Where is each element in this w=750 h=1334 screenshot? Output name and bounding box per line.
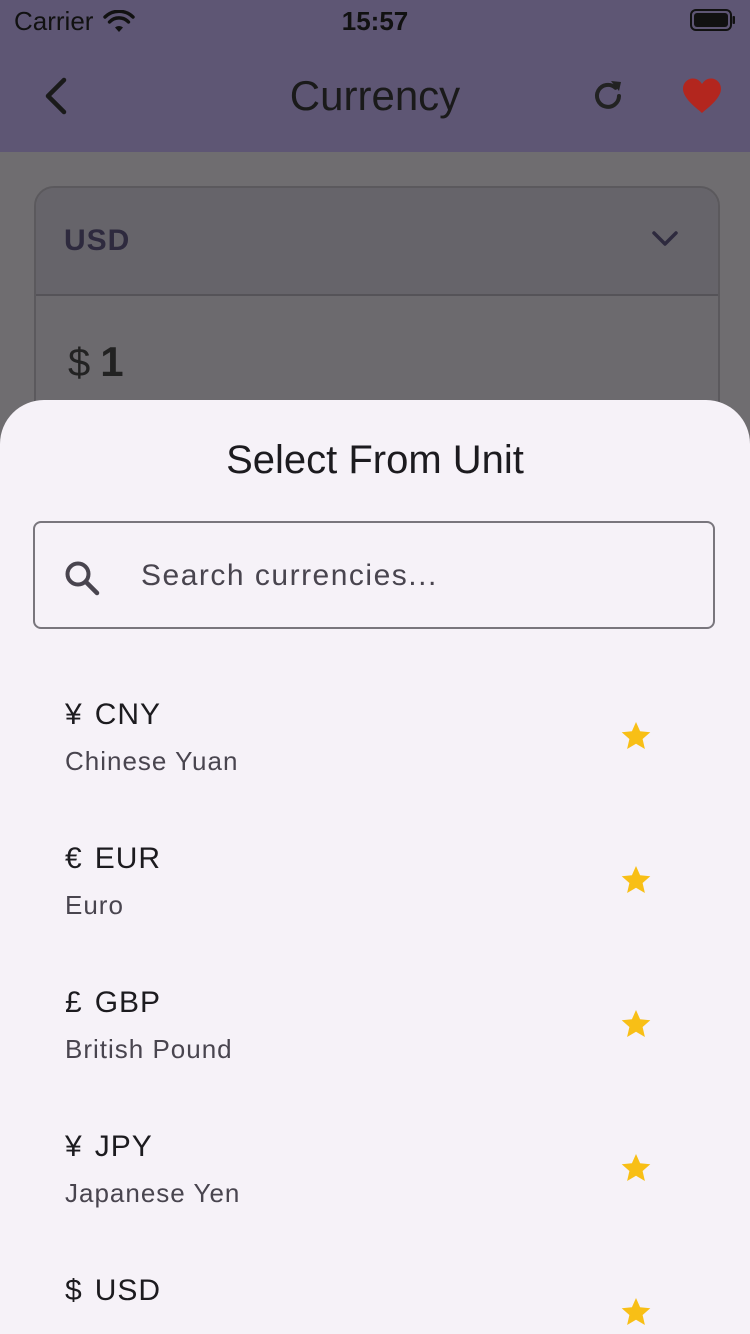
list-item[interactable]: ¥ CNY Chinese Yuan	[0, 668, 750, 812]
currency-name: Chinese Yuan	[65, 746, 239, 776]
currency-code: ¥ JPY	[65, 1130, 153, 1164]
list-item[interactable]: £ GBP British Pound	[0, 956, 750, 1100]
star-icon[interactable]	[620, 1008, 652, 1040]
currency-name: Japanese Yen	[65, 1178, 241, 1208]
currency-code-text: GBP	[94, 986, 162, 1019]
amount-display[interactable]: $ 1	[68, 338, 124, 386]
list-item[interactable]: $ USD	[0, 1244, 750, 1334]
sheet-title: Select From Unit	[226, 438, 524, 482]
screen: Carrier 15:57 Currency USD $ 1 Select Fr…	[0, 0, 750, 1334]
currency-symbol: £	[65, 986, 83, 1019]
selected-currency: USD	[64, 224, 131, 257]
currency-symbol: ¥	[65, 698, 83, 731]
refresh-icon	[595, 81, 621, 109]
currency-code-text: CNY	[94, 698, 162, 731]
currency-symbol: ¥	[65, 1130, 83, 1163]
currency-code: $ USD	[65, 1274, 161, 1308]
refresh-button[interactable]	[580, 68, 636, 124]
currency-name: British Pound	[65, 1034, 233, 1064]
currency-list: ¥ CNY Chinese Yuan € EUR Euro £ GBP Brit…	[0, 668, 750, 1334]
currency-code-text: USD	[94, 1274, 162, 1307]
currency-code-text: EUR	[94, 842, 162, 875]
battery-icon	[690, 9, 735, 31]
status-bar: Carrier 15:57	[0, 0, 750, 40]
amount-currency-symbol: $	[68, 341, 91, 385]
currency-symbol: $	[65, 1274, 83, 1307]
app-bar: Currency	[0, 40, 750, 152]
list-item[interactable]: € EUR Euro	[0, 812, 750, 956]
page-title: Currency	[289, 72, 461, 119]
heart-icon	[683, 78, 721, 113]
list-item[interactable]: ¥ JPY Japanese Yen	[0, 1100, 750, 1244]
star-icon[interactable]	[620, 1296, 652, 1328]
star-icon[interactable]	[620, 720, 652, 752]
amount-value: 1	[100, 338, 124, 385]
search-input[interactable]	[139, 543, 683, 609]
from-currency-dropdown[interactable]: USD	[36, 188, 718, 296]
search-icon	[65, 561, 100, 596]
currency-name: Euro	[65, 890, 124, 920]
search-box[interactable]	[33, 521, 715, 629]
currency-code: £ GBP	[65, 986, 161, 1020]
currency-code: € EUR	[65, 842, 161, 876]
currency-code-text: JPY	[94, 1130, 153, 1163]
status-time: 15:57	[341, 6, 409, 36]
star-icon[interactable]	[620, 864, 652, 896]
currency-code: ¥ CNY	[65, 698, 161, 732]
currency-symbol: €	[65, 842, 83, 875]
select-unit-sheet: Select From Unit ¥ CNY Chinese Yuan	[0, 400, 750, 1334]
favorite-button[interactable]	[674, 68, 730, 124]
chevron-down-icon	[652, 231, 678, 246]
star-icon[interactable]	[620, 1152, 652, 1184]
